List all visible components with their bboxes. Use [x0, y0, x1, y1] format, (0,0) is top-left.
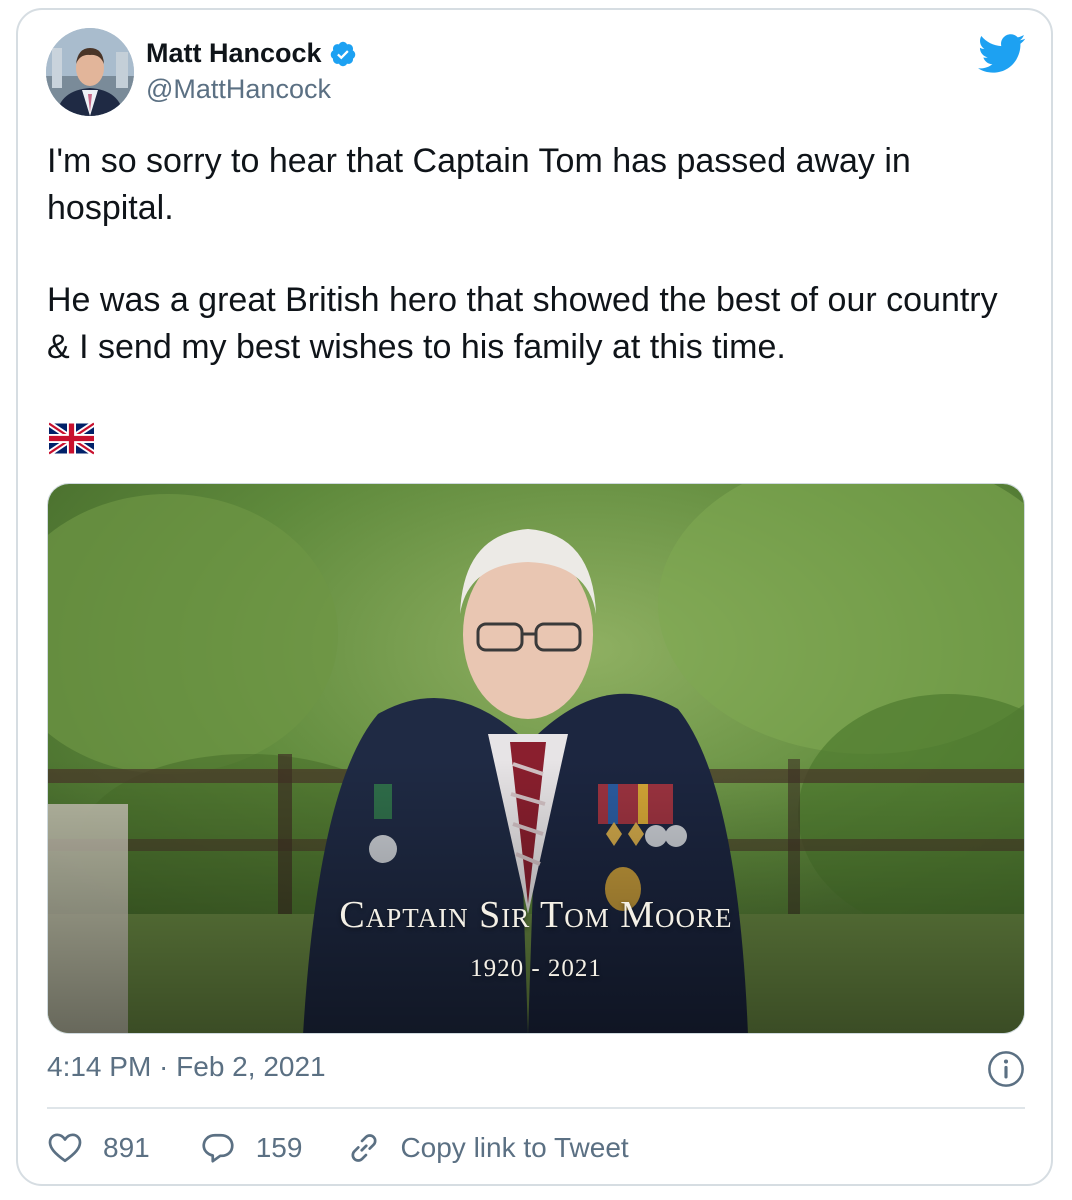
memorial-photo — [48, 484, 1024, 1033]
avatar[interactable] — [46, 28, 134, 116]
verified-badge-icon — [330, 41, 355, 66]
like-button[interactable]: 891 — [47, 1130, 150, 1166]
tweet-paragraph: I'm so sorry to hear that Captain Tom ha… — [47, 142, 911, 227]
copy-link-label: Copy link to Tweet — [400, 1132, 629, 1163]
media-caption-years: 1920 - 2021 — [470, 955, 602, 982]
author-handle[interactable]: @MattHancock — [146, 74, 331, 105]
tweet-paragraph: He was a great British hero that showed … — [47, 281, 998, 366]
info-icon[interactable] — [987, 1050, 1025, 1088]
tweet-actions: 891 159 Copy link to Tweet — [47, 1126, 629, 1170]
reply-button[interactable]: 159 — [200, 1130, 303, 1166]
tweet-media-image[interactable]: Captain Sir Tom Moore 1920 - 2021 — [47, 483, 1025, 1034]
link-icon — [351, 1134, 377, 1162]
twitter-bird-icon[interactable] — [978, 34, 1026, 74]
union-jack-flag-icon — [49, 422, 94, 455]
media-caption-name: Captain Sir Tom Moore — [339, 894, 733, 936]
reply-count: 159 — [255, 1132, 303, 1163]
heart-icon — [48, 1133, 82, 1163]
reply-bubble-icon — [202, 1133, 234, 1163]
like-count: 891 — [103, 1132, 150, 1163]
copy-link-button[interactable]: Copy link to Tweet — [346, 1130, 629, 1166]
tweet-text: I'm so sorry to hear that Captain Tom ha… — [47, 138, 1017, 371]
divider — [47, 1107, 1025, 1109]
author-name-row[interactable]: Matt Hancock — [146, 38, 357, 69]
tweet-timestamp[interactable]: 4:14 PM · Feb 2, 2021 — [47, 1051, 326, 1083]
author-display-name[interactable]: Matt Hancock — [146, 38, 322, 69]
